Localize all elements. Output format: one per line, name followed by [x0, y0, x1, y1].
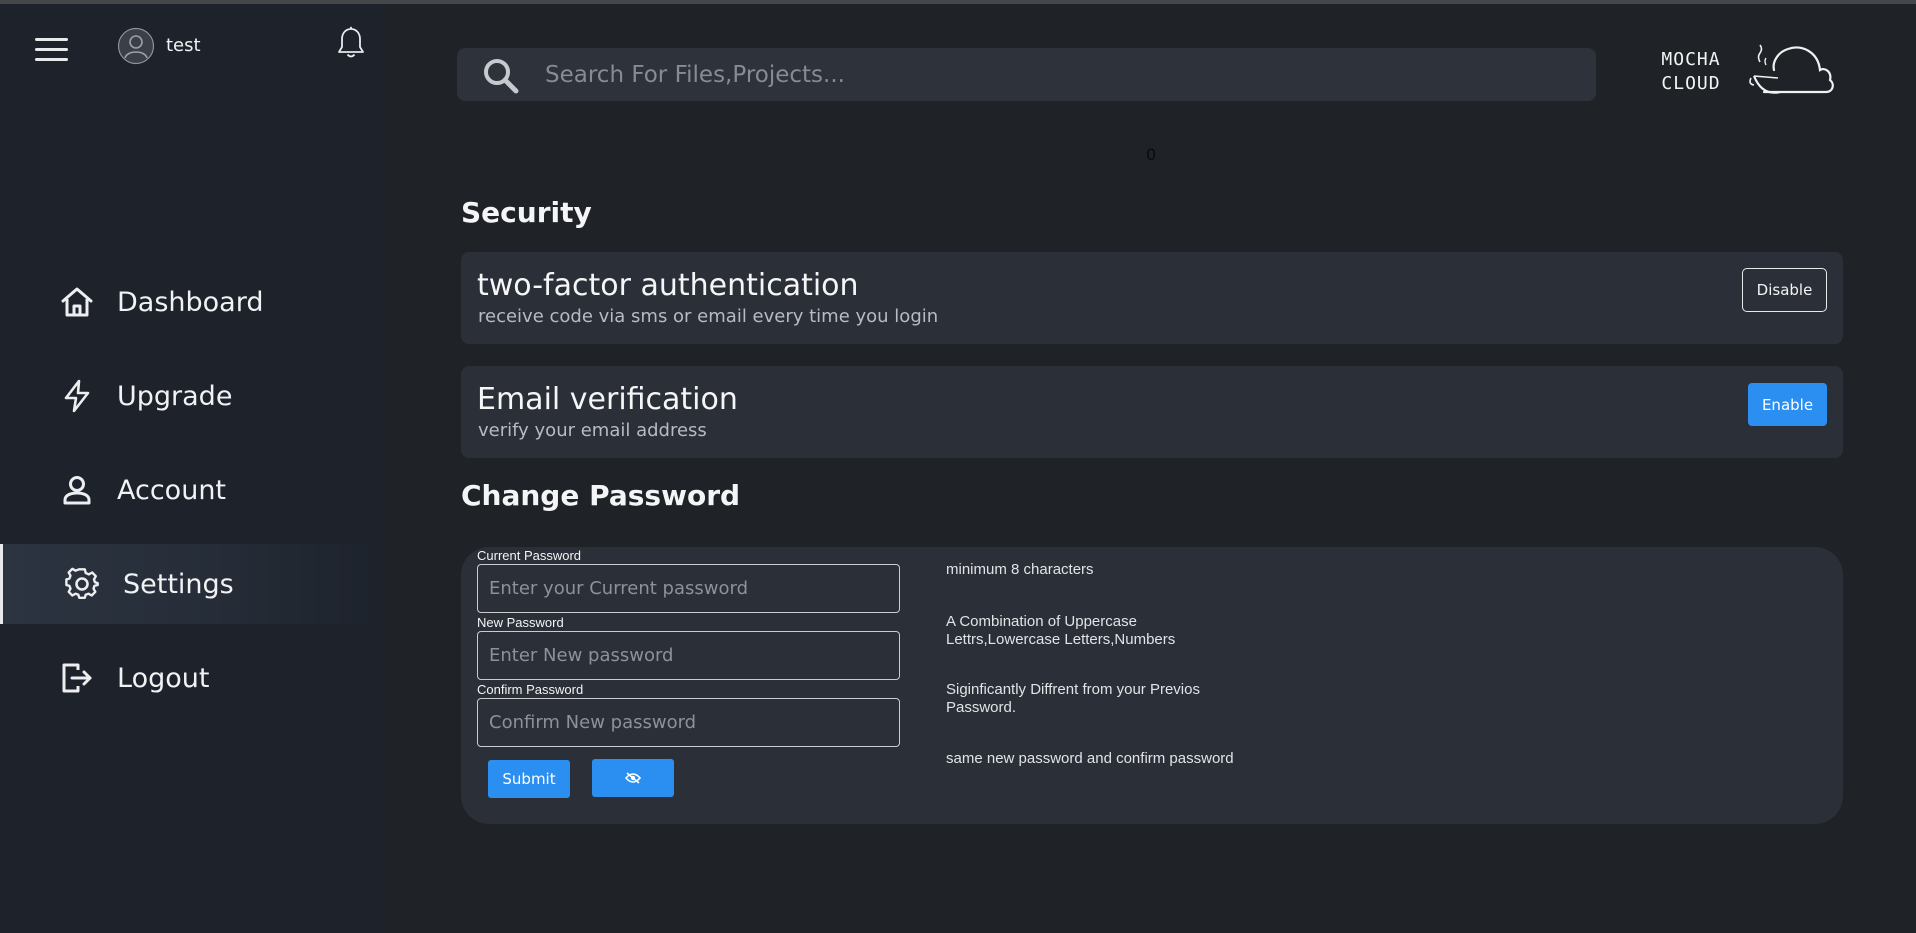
sidebar-item-label: Dashboard: [117, 286, 264, 318]
lightning-icon: [64, 379, 90, 413]
sidebar-item-upgrade[interactable]: Upgrade: [0, 356, 384, 436]
logo-text-line-2: CLOUD: [1661, 73, 1721, 94]
two-factor-title: two-factor authentication: [477, 268, 859, 303]
home-icon: [61, 287, 93, 317]
disable-button[interactable]: Disable: [1742, 268, 1827, 312]
mocha-cloud-logo: MOCHA CLOUD: [1652, 40, 1836, 100]
cloud-cup-icon: [1749, 44, 1834, 94]
password-rule: minimum 8 characters: [946, 561, 1094, 578]
sidebar-item-logout[interactable]: Logout: [0, 638, 384, 718]
password-rule: Siginficantly Diffrent from your Previos…: [946, 681, 1200, 716]
counter-value: 0: [1146, 145, 1157, 164]
toggle-password-visibility-button[interactable]: [592, 759, 674, 797]
username: test: [166, 35, 201, 56]
sidebar-item-settings[interactable]: Settings: [0, 544, 384, 624]
search-bar[interactable]: [457, 48, 1596, 101]
sidebar-item-label: Account: [117, 474, 227, 506]
security-heading: Security: [461, 196, 592, 229]
sidebar-item-label: Settings: [123, 568, 234, 600]
two-factor-subtitle: receive code via sms or email every time…: [478, 306, 939, 327]
bell-icon[interactable]: [336, 26, 366, 60]
current-password-label: Current Password: [477, 548, 582, 563]
logo-text-line-1: MOCHA: [1661, 49, 1721, 70]
gear-icon: [65, 567, 99, 600]
menu-icon[interactable]: [35, 38, 68, 62]
eye-slash-icon: [625, 772, 641, 784]
logout-icon: [62, 663, 92, 693]
sidebar-item-label: Upgrade: [117, 380, 233, 412]
submit-button[interactable]: Submit: [488, 760, 570, 798]
password-rule: same new password and confirm password: [946, 750, 1234, 767]
sidebar-item-dashboard[interactable]: Dashboard: [0, 262, 384, 342]
change-password-heading: Change Password: [461, 479, 741, 512]
confirm-password-label: Confirm Password: [477, 682, 584, 697]
email-verification-subtitle: verify your email address: [478, 420, 707, 441]
change-password-form: Current Password New Password Confirm Pa…: [461, 547, 1843, 824]
enable-button[interactable]: Enable: [1748, 383, 1827, 426]
logo-text: MOCHA CLOUD: [1652, 48, 1730, 96]
confirm-password-input[interactable]: [477, 698, 900, 747]
search-input[interactable]: [545, 48, 1575, 101]
current-password-input[interactable]: [477, 564, 900, 613]
two-factor-card: two-factor authentication receive code v…: [461, 252, 1843, 344]
new-password-label: New Password: [477, 615, 564, 630]
email-verification-card: Email verification verify your email add…: [461, 366, 1843, 458]
search-icon: [484, 59, 519, 94]
email-verification-title: Email verification: [477, 382, 738, 417]
sidebar-item-account[interactable]: Account: [0, 450, 384, 530]
sidebar: test Dashboard Upgrade Account Settings …: [0, 4, 384, 933]
user-icon: [63, 476, 91, 505]
password-rule: A Combination of Uppercase Lettrs,Lowerc…: [946, 613, 1176, 648]
avatar-icon[interactable]: [117, 27, 155, 65]
sidebar-item-label: Logout: [117, 662, 210, 694]
new-password-input[interactable]: [477, 631, 900, 680]
